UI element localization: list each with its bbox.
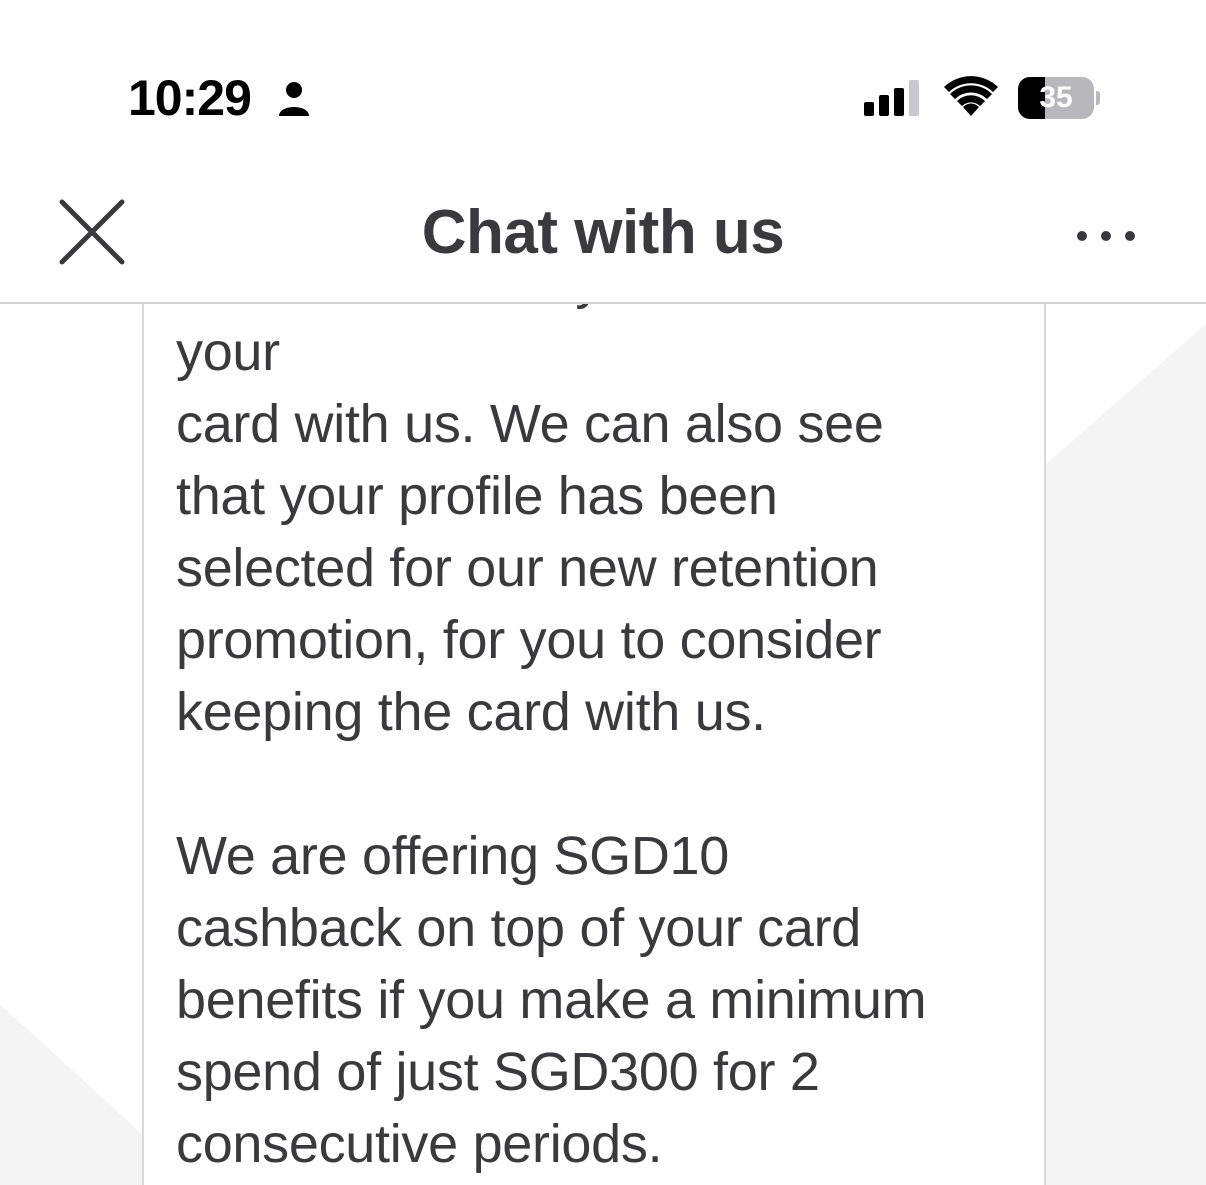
cellular-signal-icon [864,80,919,116]
page-title: Chat with us [421,198,785,267]
battery-cap [1096,91,1100,105]
message-line: selected for our new retention [176,538,879,598]
message-line: promotion, for you to consider [176,610,882,670]
message-line: card with us. We can also see [176,394,884,454]
agent-message-bubble: We can see that you want to cancel your … [142,304,1046,1185]
message-line: keeping the card with us. [176,682,766,742]
status-bar: 10:29 35 [0,0,1206,160]
person-icon [279,82,309,116]
message-line: We can see that you want to cancel your [176,304,1018,382]
status-time: 10:29 [128,70,252,126]
chat-screen: 10:29 35 Chat with us your card with us.… [0,0,1206,1185]
message-line: that your profile has been [176,466,778,526]
battery-body: 35 [1018,77,1094,119]
message-line: benefits if you make a minimum [176,970,927,1030]
message-line: We are offering SGD10 [176,826,730,886]
message-line: cashback on top of your card [176,898,862,958]
wifi-icon [944,76,998,116]
message-line: spend of just SGD300 for 2 [176,1042,820,1102]
battery-icon: 35 [1018,77,1100,119]
message-line: consecutive periods. [176,1114,663,1174]
chat-area[interactable]: We can see that you want to cancel your … [0,304,1206,1185]
more-horizontal-icon[interactable] [1066,216,1146,256]
message-text: We can see that you want to cancel your … [176,304,1036,1180]
chat-header: Chat with us [0,160,1206,304]
battery-percent: 35 [1039,81,1073,114]
